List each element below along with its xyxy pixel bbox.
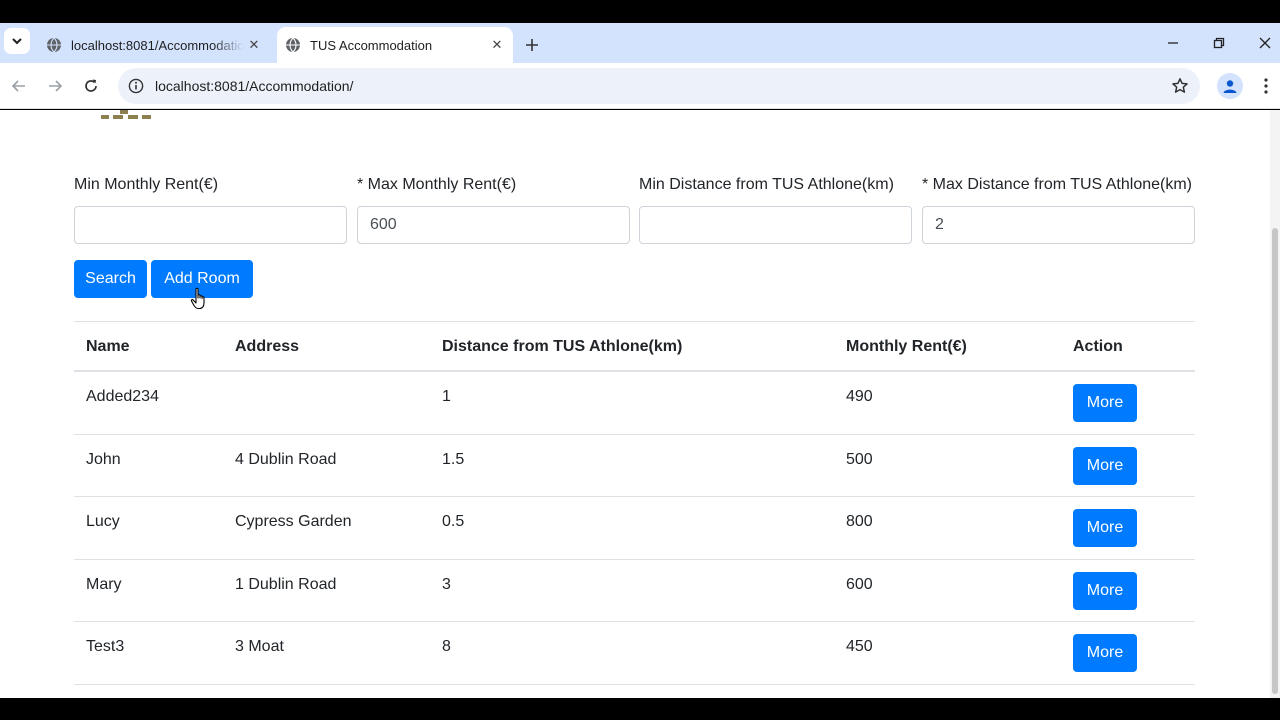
max-rent-field: * Max Monthly Rent(€): [357, 176, 630, 244]
min-distance-field: Min Distance from TUS Athlone(km): [639, 176, 912, 244]
restore-button[interactable]: [1196, 23, 1242, 63]
cell-rent: 600: [846, 575, 873, 593]
cell-distance: 8: [442, 638, 451, 655]
search-button[interactable]: Search: [74, 260, 147, 298]
table-row: Added234 1 490 More: [74, 372, 1195, 435]
cell-name: Test3: [86, 638, 125, 655]
forward-button[interactable]: [41, 72, 69, 100]
header-address: Address: [235, 338, 300, 355]
cell-distance: 0.5: [442, 513, 465, 530]
more-button[interactable]: More: [1073, 509, 1137, 547]
min-distance-input[interactable]: [639, 206, 912, 244]
cell-name: Lucy: [86, 513, 120, 530]
page-content: Min Monthly Rent(€) * Max Monthly Rent(€…: [0, 110, 1280, 698]
header-action: Action: [1073, 338, 1123, 355]
header-rent: Monthly Rent(€): [846, 338, 967, 355]
cell-address: 4 Dublin Road: [235, 450, 337, 468]
tab-close-icon[interactable]: ✕: [244, 35, 264, 55]
tab-search-button[interactable]: [4, 28, 30, 54]
globe-icon: [285, 37, 301, 53]
scrollbar-thumb[interactable]: [1272, 228, 1278, 694]
table-row: Test3 3 Moat 8 450 More: [74, 622, 1195, 685]
cell-rent: 800: [846, 513, 873, 530]
cell-name: Mary: [86, 575, 122, 593]
chevron-down-icon: [12, 38, 22, 45]
url-text: localhost:8081/Accommodation/: [155, 78, 354, 94]
cell-distance: 3: [442, 575, 451, 593]
cell-rent: 450: [846, 638, 873, 655]
table-row: Mary 1 Dublin Road 3 600 More: [74, 560, 1195, 622]
close-window-button[interactable]: [1242, 23, 1280, 63]
max-rent-label: * Max Monthly Rent(€): [357, 176, 517, 193]
header-name: Name: [86, 338, 130, 355]
max-distance-label: * Max Distance from TUS Athlone(km): [922, 176, 1193, 193]
tab-title: TUS Accommodation: [310, 37, 433, 53]
min-rent-input[interactable]: [74, 206, 347, 244]
reload-button[interactable]: [77, 72, 105, 100]
cell-address: Cypress Garden: [235, 513, 352, 530]
screen: localhost:8081/Accommodation/add ✕ TUS A…: [0, 0, 1280, 720]
plus-icon: [526, 39, 538, 51]
table-row: John 4 Dublin Road 1.5 500 More: [74, 435, 1195, 497]
cell-distance: 1.5: [442, 450, 465, 468]
person-icon: [1223, 80, 1237, 93]
bookmark-star-icon[interactable]: [1170, 76, 1190, 96]
browser-tab-accommodation[interactable]: TUS Accommodation ✕: [277, 27, 513, 63]
header-distance: Distance from TUS Athlone(km): [442, 338, 683, 355]
profile-avatar[interactable]: [1217, 73, 1243, 99]
browser-tab-strip: localhost:8081/Accommodation/add ✕ TUS A…: [0, 23, 1280, 63]
more-button[interactable]: More: [1073, 384, 1137, 422]
new-tab-button[interactable]: [519, 32, 545, 58]
more-vert-icon: [1264, 78, 1268, 94]
min-distance-label: Min Distance from TUS Athlone(km): [639, 176, 894, 193]
page-scrollbar[interactable]: [1270, 110, 1280, 698]
site-info-icon[interactable]: [127, 77, 145, 95]
browser-menu-button[interactable]: [1256, 75, 1276, 97]
cell-address: 3 Moat: [235, 638, 284, 655]
browser-tab-add[interactable]: localhost:8081/Accommodation/add ✕: [38, 27, 270, 63]
back-button[interactable]: [5, 72, 33, 100]
cell-rent: 490: [846, 388, 873, 405]
close-icon: [1259, 37, 1271, 49]
min-rent-field: Min Monthly Rent(€): [74, 176, 347, 244]
accommodation-table: Name Address Distance from TUS Athlone(k…: [74, 321, 1195, 685]
cell-address: 1 Dublin Road: [235, 575, 337, 593]
max-distance-input[interactable]: [922, 206, 1195, 244]
max-rent-input[interactable]: [357, 206, 630, 244]
more-button[interactable]: More: [1073, 571, 1137, 610]
cell-name: John: [86, 450, 121, 468]
more-button[interactable]: More: [1073, 634, 1137, 672]
cell-distance: 1: [442, 388, 451, 405]
min-rent-label: Min Monthly Rent(€): [74, 176, 219, 193]
tab-title: localhost:8081/Accommodation/add: [71, 37, 244, 53]
site-logo: [101, 110, 151, 119]
minimize-button[interactable]: [1150, 23, 1196, 63]
minimize-icon: [1168, 42, 1178, 44]
browser-toolbar: localhost:8081/Accommodation/: [0, 63, 1280, 109]
restore-icon: [1213, 37, 1225, 49]
hand-cursor-icon: [190, 287, 205, 310]
cell-rent: 500: [846, 450, 873, 468]
cell-name: Added234: [86, 388, 159, 405]
table-row: Lucy Cypress Garden 0.5 800 More: [74, 497, 1195, 560]
max-distance-field: * Max Distance from TUS Athlone(km): [922, 176, 1195, 244]
arrow-left-icon: [11, 80, 25, 92]
tab-close-icon[interactable]: ✕: [487, 35, 507, 55]
globe-icon: [46, 37, 62, 53]
address-bar[interactable]: localhost:8081/Accommodation/: [118, 68, 1200, 104]
table-header: Name Address Distance from TUS Athlone(k…: [74, 322, 1195, 372]
more-button[interactable]: More: [1073, 446, 1137, 485]
arrow-right-icon: [49, 80, 63, 92]
reload-icon: [85, 79, 97, 92]
